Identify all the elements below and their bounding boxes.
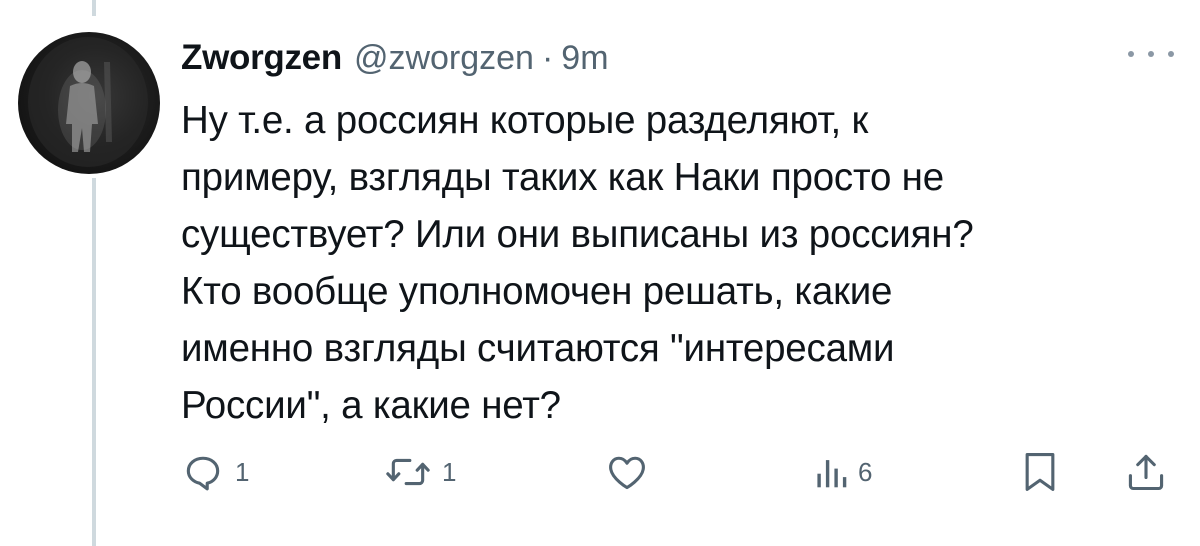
user-handle[interactable]: @zworgzen xyxy=(354,39,534,78)
reply-button[interactable]: 1 xyxy=(181,450,249,494)
bookmark-button[interactable] xyxy=(1020,450,1060,494)
tweet-header: Zworgzen @zworgzen · 9m xyxy=(181,38,609,78)
avatar-image xyxy=(28,37,148,167)
timestamp[interactable]: 9m xyxy=(561,39,608,78)
avatar[interactable] xyxy=(18,32,160,174)
display-name[interactable]: Zworgzen xyxy=(181,38,342,78)
more-dot xyxy=(1128,51,1134,57)
share-icon xyxy=(1128,454,1164,491)
tweet-text: Ну т.е. а россиян которые разделяют, к п… xyxy=(181,99,974,427)
more-dot xyxy=(1148,51,1154,57)
share-button[interactable] xyxy=(1124,450,1168,494)
reply-icon xyxy=(186,456,220,491)
action-bar: 1 1 6 xyxy=(0,450,1200,500)
views-button[interactable]: 6 xyxy=(814,450,872,494)
more-icon[interactable] xyxy=(1128,44,1174,64)
thread-line-top xyxy=(92,0,96,16)
retweet-icon xyxy=(386,458,430,486)
views-icon xyxy=(817,460,847,488)
separator-dot: · xyxy=(541,39,554,77)
views-count: 6 xyxy=(858,456,873,487)
retweet-count: 1 xyxy=(442,456,457,487)
more-dot xyxy=(1168,51,1174,57)
retweet-button[interactable]: 1 xyxy=(384,450,456,494)
heart-icon xyxy=(609,456,645,490)
like-button[interactable] xyxy=(604,450,650,494)
bookmark-icon xyxy=(1025,453,1055,491)
reply-count: 1 xyxy=(235,456,250,487)
